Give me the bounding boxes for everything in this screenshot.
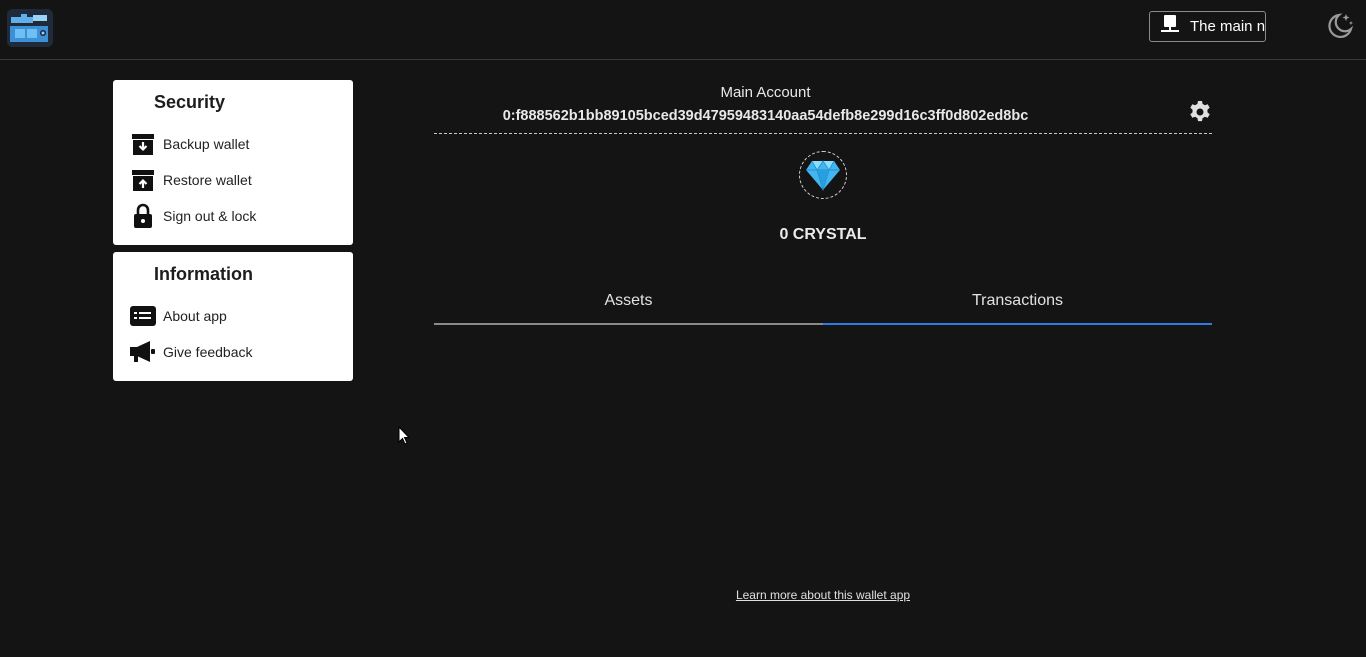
megaphone-icon bbox=[130, 339, 156, 365]
balance-text: 0 CRYSTAL bbox=[779, 226, 867, 243]
network-selector-button[interactable]: The main n bbox=[1149, 11, 1266, 42]
top-bar: The main n bbox=[0, 0, 1366, 60]
about-app-item[interactable]: About app bbox=[130, 302, 345, 330]
archive-up-icon bbox=[130, 167, 156, 193]
give-feedback-label: Give feedback bbox=[163, 344, 253, 360]
archive-down-icon bbox=[130, 131, 156, 157]
crystal-diamond-icon bbox=[799, 151, 847, 199]
wallet-logo-icon[interactable] bbox=[7, 9, 53, 47]
restore-wallet-item[interactable]: Restore wallet bbox=[130, 166, 345, 194]
account-address[interactable]: 0:f888562b1bb89105bced39d47959483140aa54… bbox=[434, 108, 1097, 124]
list-card-icon bbox=[130, 303, 156, 329]
account-divider bbox=[434, 133, 1212, 134]
learn-more-link[interactable]: Learn more about this wallet app bbox=[434, 588, 1212, 602]
account-name: Main Account bbox=[720, 84, 811, 101]
security-card: Security Backup wallet Restore wallet Si… bbox=[113, 80, 353, 245]
network-label: The main n bbox=[1190, 18, 1266, 35]
gear-icon[interactable] bbox=[1188, 100, 1212, 124]
give-feedback-item[interactable]: Give feedback bbox=[130, 338, 345, 366]
restore-wallet-label: Restore wallet bbox=[163, 172, 252, 188]
about-app-label: About app bbox=[163, 308, 227, 324]
information-title: Information bbox=[154, 264, 253, 284]
lock-icon bbox=[130, 203, 156, 229]
sign-out-lock-item[interactable]: Sign out & lock bbox=[130, 202, 345, 230]
information-card: Information About app Give feedback bbox=[113, 252, 353, 381]
mouse-cursor-icon bbox=[398, 425, 412, 446]
sign-out-lock-label: Sign out & lock bbox=[163, 208, 257, 224]
moon-stars-icon[interactable] bbox=[1325, 11, 1355, 41]
monitor-icon bbox=[1160, 14, 1180, 39]
backup-wallet-label: Backup wallet bbox=[163, 136, 250, 152]
security-title: Security bbox=[154, 92, 226, 112]
tab-assets[interactable]: Assets bbox=[434, 280, 823, 325]
tab-transactions[interactable]: Transactions bbox=[823, 280, 1212, 325]
backup-wallet-item[interactable]: Backup wallet bbox=[130, 130, 345, 158]
